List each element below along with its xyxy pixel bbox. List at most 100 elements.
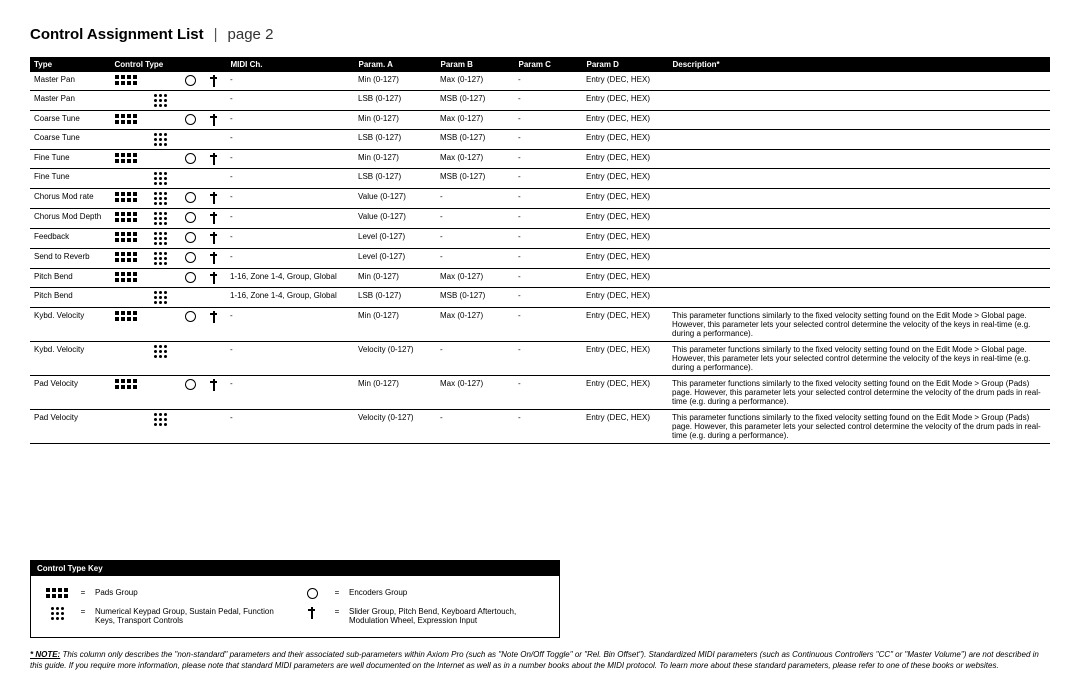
cell-param-d: Entry (DEC, HEX) [582,169,668,189]
cell-type: Pitch Bend [30,288,110,308]
pads-group-icon [115,153,139,163]
key-equals: = [79,588,87,597]
cell-param-b: MSB (0-127) [436,169,514,189]
cell-midi: - [226,342,354,376]
key-text: Encoders Group [349,588,545,597]
cell-ct-4 [202,376,226,410]
table-row: Chorus Mod rate-Value (0-127)--Entry (DE… [30,189,1050,209]
cell-ct-1 [110,410,144,444]
keypad-group-icon [154,232,168,245]
cell-param-c: - [514,288,582,308]
table-row: Feedback-Level (0-127)--Entry (DEC, HEX) [30,229,1050,249]
encoders-group-icon [307,588,318,599]
slider-group-icon [209,232,219,244]
slider-group-icon [209,379,219,391]
cell-ct-4 [202,72,226,91]
keypad-group-icon [154,172,168,185]
cell-midi: - [226,249,354,269]
slider-group-icon [307,607,317,619]
cell-ct-1 [110,111,144,130]
cell-ct-1 [110,169,144,189]
pads-group-icon [115,212,139,222]
slider-group-icon [209,153,219,165]
col-type: Type [30,57,110,72]
table-row: Pitch Bend1-16, Zone 1-4, Group, GlobalL… [30,288,1050,308]
cell-param-d: Entry (DEC, HEX) [582,111,668,130]
cell-param-b: - [436,249,514,269]
cell-ct-3 [178,269,202,288]
col-param-b: Param B [436,57,514,72]
key-item: =Numerical Keypad Group, Sustain Pedal, … [41,603,295,629]
cell-midi: 1-16, Zone 1-4, Group, Global [226,269,354,288]
slider-group-icon [209,252,219,264]
cell-ct-2 [144,150,178,169]
cell-ct-1 [110,229,144,249]
cell-ct-4 [202,209,226,229]
key-item: =Slider Group, Pitch Bend, Keyboard Afte… [295,603,549,629]
cell-param-b: MSB (0-127) [436,130,514,150]
cell-param-d: Entry (DEC, HEX) [582,288,668,308]
cell-ct-1 [110,288,144,308]
table-row: Pad Velocity-Velocity (0-127)--Entry (DE… [30,410,1050,444]
cell-ct-3 [178,249,202,269]
cell-ct-2 [144,308,178,342]
cell-param-b: - [436,342,514,376]
cell-description [668,269,1050,288]
cell-ct-1 [110,189,144,209]
cell-ct-1 [110,150,144,169]
cell-type: Master Pan [30,72,110,91]
cell-description [668,249,1050,269]
cell-param-d: Entry (DEC, HEX) [582,342,668,376]
pads-group-icon [115,232,139,242]
cell-midi: - [226,229,354,249]
encoders-group-icon [185,311,196,322]
table-row: Fine Tune-Min (0-127)Max (0-127)-Entry (… [30,150,1050,169]
pads-group-icon [115,379,139,389]
cell-param-d: Entry (DEC, HEX) [582,72,668,91]
encoders-group-icon [185,212,196,223]
cell-ct-4 [202,189,226,209]
table-row: Fine Tune-LSB (0-127)MSB (0-127)-Entry (… [30,169,1050,189]
keypad-group-icon [154,192,168,205]
page-header: Control Assignment List | page 2 [30,26,1050,43]
cell-ct-4 [202,130,226,150]
cell-description [668,209,1050,229]
cell-ct-4 [202,229,226,249]
cell-param-a: Value (0-127) [354,209,436,229]
table-row: Coarse Tune-Min (0-127)Max (0-127)-Entry… [30,111,1050,130]
cell-ct-3 [178,189,202,209]
cell-param-b: Max (0-127) [436,72,514,91]
cell-type: Pad Velocity [30,410,110,444]
table-row: Pitch Bend1-16, Zone 1-4, Group, GlobalM… [30,269,1050,288]
col-midi: MIDI Ch. [226,57,354,72]
cell-param-c: - [514,169,582,189]
cell-ct-1 [110,342,144,376]
table-row: Master Pan-LSB (0-127)MSB (0-127)-Entry … [30,91,1050,111]
footnote-text: This column only describes the "non-stan… [30,650,1039,670]
cell-description [668,111,1050,130]
cell-midi: 1-16, Zone 1-4, Group, Global [226,288,354,308]
encoders-group-icon [185,114,196,125]
cell-description [668,91,1050,111]
cell-param-d: Entry (DEC, HEX) [582,130,668,150]
cell-ct-2 [144,169,178,189]
cell-param-d: Entry (DEC, HEX) [582,209,668,229]
footnote: * NOTE: This column only describes the "… [30,650,1050,672]
slider-group-icon [209,192,219,204]
cell-param-b: Max (0-127) [436,150,514,169]
cell-type: Chorus Mod rate [30,189,110,209]
cell-param-a: Level (0-127) [354,249,436,269]
cell-param-b: - [436,209,514,229]
col-description: Description* [668,57,1050,72]
cell-ct-3 [178,130,202,150]
cell-param-a: Min (0-127) [354,376,436,410]
cell-param-c: - [514,376,582,410]
cell-ct-3 [178,376,202,410]
encoders-group-icon [185,75,196,86]
col-param-c: Param C [514,57,582,72]
cell-param-c: - [514,150,582,169]
cell-ct-1 [110,376,144,410]
cell-param-c: - [514,189,582,209]
cell-ct-2 [144,288,178,308]
encoders-group-icon [185,379,196,390]
